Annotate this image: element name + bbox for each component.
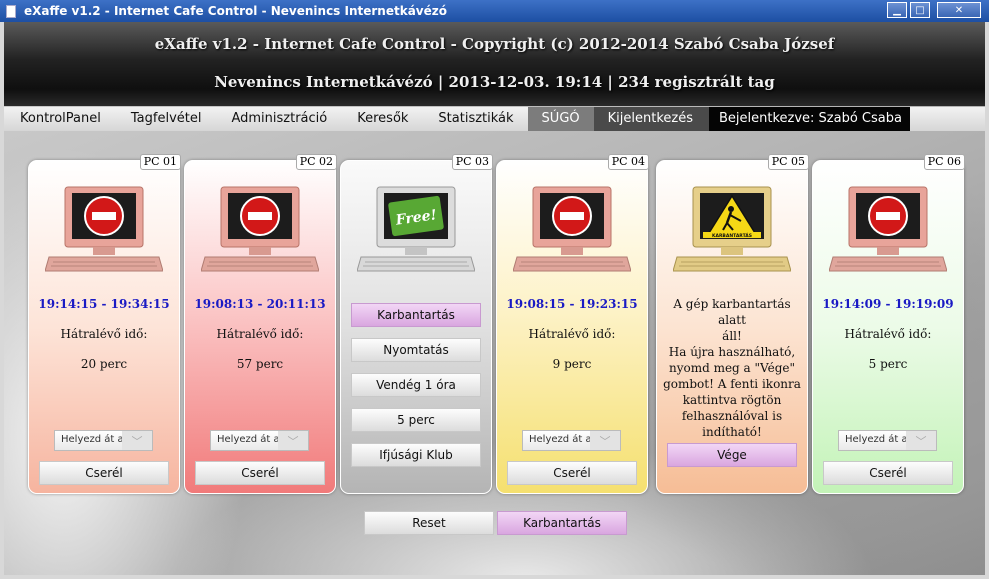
nav-adminisztracio[interactable]: Adminisztráció — [201, 107, 327, 131]
global-maintenance-button[interactable]: Karbantartás — [497, 511, 627, 535]
pc-label: PC 03 — [451, 154, 493, 170]
close-button[interactable]: ✕ — [937, 2, 981, 18]
app-area: eXaffe v1.2 - Internet Cafe Control - Co… — [4, 22, 985, 575]
maintenance-message-line: felhasználóval is — [681, 409, 783, 423]
guest-hour-button[interactable]: Vendég 1 óra — [351, 373, 481, 397]
remaining-label: Hátralévő idő: — [216, 327, 304, 341]
remaining-label: Hátralévő idő: — [60, 327, 148, 341]
pc-label: PC 02 — [295, 154, 337, 170]
remaining-value: 5 perc — [868, 357, 908, 371]
maintenance-sign-text: KARBANTARTÁS — [712, 232, 752, 239]
swap-button[interactable]: Cserél — [823, 461, 953, 485]
pc-label: PC 06 — [923, 154, 965, 170]
chevron-down-icon: ﹀ — [122, 431, 152, 450]
swap-button[interactable]: Cserél — [195, 461, 325, 485]
chevron-down-icon: ﹀ — [906, 431, 936, 450]
window-title: eXaffe v1.2 - Internet Cafe Control - Ne… — [24, 4, 447, 18]
chevron-down-icon: ﹀ — [278, 431, 308, 450]
remaining-value: 57 perc — [236, 357, 284, 371]
pc-label: PC 01 — [139, 154, 181, 170]
nav-logout[interactable]: Kijelentkezés — [593, 107, 709, 131]
logged-in-user: Bejelentkezve: Szabó Csaba — [708, 107, 910, 131]
session-time: 19:08:15 - 19:23:15 — [506, 297, 638, 311]
occupied-computer-icon[interactable] — [201, 185, 319, 275]
free-computer-icon[interactable]: Free! — [357, 185, 475, 275]
nav-tagfelvetel[interactable]: Tagfelvétel — [101, 107, 202, 131]
move-select[interactable]: Helyezd át a... ﹀ — [210, 430, 309, 451]
swap-button[interactable]: Cserél — [39, 461, 169, 485]
swap-button[interactable]: Cserél — [507, 461, 637, 485]
reset-button[interactable]: Reset — [364, 511, 494, 535]
pc-label: PC 05 — [767, 154, 809, 170]
remaining-label: Hátralévő idő: — [844, 327, 932, 341]
minimize-button[interactable]: ▁ — [887, 2, 907, 18]
nav-help[interactable]: SÚGÓ — [527, 107, 594, 131]
document-icon — [6, 4, 16, 18]
maintenance-message-line: indítható! — [702, 425, 762, 439]
move-select[interactable]: Helyezd át a... ﹀ — [838, 430, 937, 451]
pc-card: PC 03 Free! Karbantartás Nyomtatás Vendé… — [340, 154, 493, 494]
remaining-label: Hátralévő idő: — [528, 327, 616, 341]
end-button[interactable]: Vége — [667, 443, 797, 467]
maximize-button[interactable]: □ — [910, 2, 930, 18]
pc-card: PC 02 19:08:13 - 20:11:13 Hátralévő idő:… — [184, 154, 337, 494]
move-select[interactable]: Helyezd át a... ﹀ — [522, 430, 621, 451]
session-time: 19:14:15 - 19:34:15 — [38, 297, 170, 311]
maintenance-message-line: kattintva rögtön — [682, 393, 782, 407]
youth-club-button[interactable]: Ifjúsági Klub — [351, 443, 481, 467]
maintenance-message-line: Ha újra használható, — [668, 345, 796, 359]
maintenance-message-line: áll! — [722, 329, 742, 343]
nav-keresok[interactable]: Keresők — [327, 107, 408, 131]
pc-card: PC 01 19:14:15 - 19:34:15 Hátralévő idő:… — [28, 154, 181, 494]
maintenance-message-line: A gép karbantartás alatt — [673, 297, 791, 327]
header-subtitle: Nevenincs Internetkávézó | 2013-12-03. 1… — [214, 73, 775, 91]
pc-card: PC 06 19:14:09 - 19:19:09 Hátralévő idő:… — [812, 154, 965, 494]
nav-statisztikak[interactable]: Statisztikák — [408, 107, 513, 131]
maintenance-message-line: gombot! A fenti ikonra — [663, 377, 801, 391]
header-title: eXaffe v1.2 - Internet Cafe Control - Co… — [154, 35, 835, 53]
occupied-computer-icon[interactable] — [513, 185, 631, 275]
move-select[interactable]: Helyezd át a... ﹀ — [54, 430, 153, 451]
window-titlebar: eXaffe v1.2 - Internet Cafe Control - Ne… — [0, 0, 989, 22]
print-button[interactable]: Nyomtatás — [351, 338, 481, 362]
pc-card: PC 04 19:08:15 - 19:23:15 Hátralévő idő:… — [496, 154, 649, 494]
session-time: 19:08:13 - 20:11:13 — [194, 297, 326, 311]
maintenance-message: A gép karbantartás alatt áll! Ha újra ha… — [663, 296, 801, 440]
remaining-value: 20 perc — [80, 357, 128, 371]
five-minutes-button[interactable]: 5 perc — [351, 408, 481, 432]
session-time: 19:14:09 - 19:19:09 — [822, 297, 954, 311]
chevron-down-icon: ﹀ — [590, 431, 620, 450]
nav-kontrolpanel[interactable]: KontrolPanel — [4, 107, 101, 131]
pc-card: PC 05 KARBANTARTÁS A gép karbantartás al… — [656, 154, 809, 494]
maintenance-button[interactable]: Karbantartás — [351, 303, 481, 327]
pc-label: PC 04 — [607, 154, 649, 170]
remaining-value: 9 perc — [552, 357, 592, 371]
main-nav: KontrolPanel Tagfelvétel Adminisztráció … — [4, 107, 985, 131]
occupied-computer-icon[interactable] — [45, 185, 163, 275]
maintenance-computer-icon[interactable]: KARBANTARTÁS — [673, 185, 791, 275]
maintenance-message-line: nyomd meg a "Vége" — [668, 361, 796, 375]
occupied-computer-icon[interactable] — [829, 185, 947, 275]
